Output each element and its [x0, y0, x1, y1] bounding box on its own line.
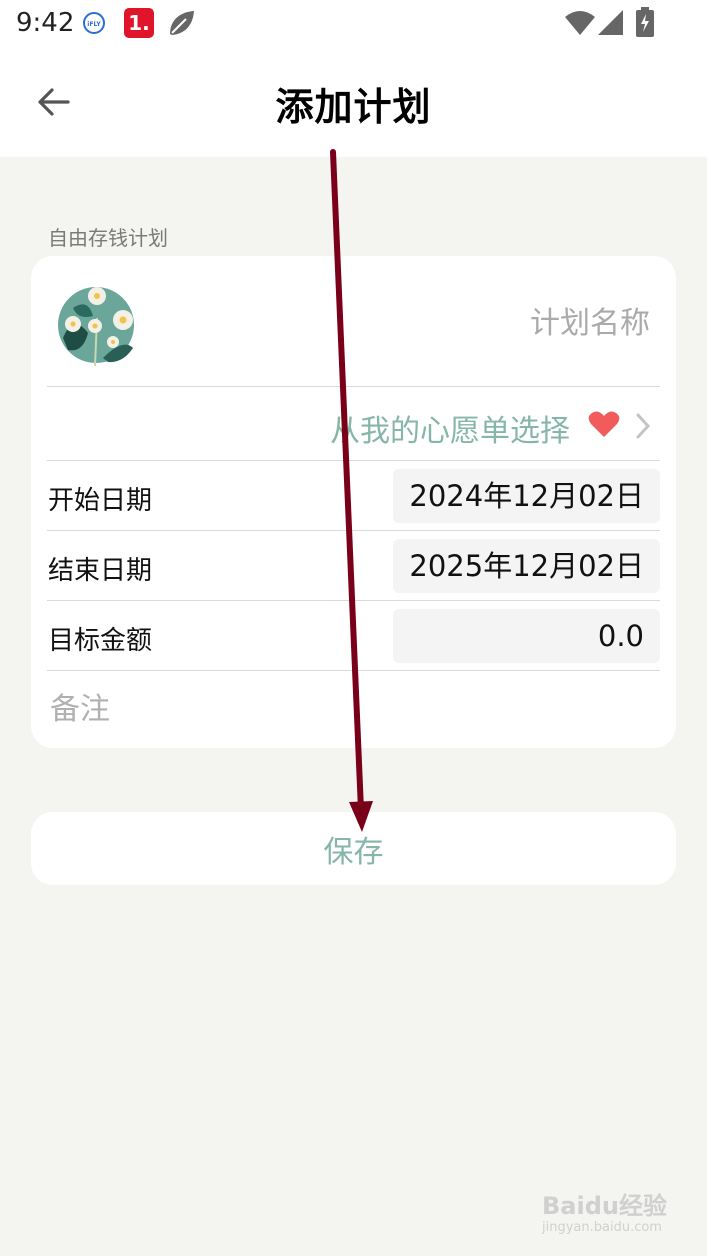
chevron-right-icon [636, 413, 651, 439]
save-button[interactable]: 保存 [31, 812, 676, 885]
signal-icon [598, 10, 623, 35]
watermark-logo: Baidu经验 jingyan.baidu.com [542, 1178, 672, 1248]
watermark-brand: Baidu经验 [542, 1192, 667, 1220]
plan-name-input[interactable] [300, 300, 652, 346]
end-date-field[interactable]: 2025年12月02日 [393, 539, 660, 593]
wishlist-select-label: 从我的心愿单选择 [330, 414, 570, 449]
status-time: 9:42 [16, 8, 75, 38]
target-amount-input[interactable]: 0.0 [393, 609, 660, 663]
divider [47, 530, 660, 531]
battery-charging-icon [636, 7, 654, 37]
end-date-label: 结束日期 [48, 556, 153, 586]
target-amount-label: 目标金额 [48, 626, 153, 656]
wishlist-select-row[interactable]: 从我的心愿单选择 [47, 388, 660, 460]
heart-icon [588, 411, 620, 437]
divider [47, 386, 660, 387]
divider [47, 460, 660, 461]
leaf-icon [170, 11, 194, 35]
plan-avatar-image[interactable] [53, 278, 143, 368]
remark-input[interactable] [48, 684, 652, 734]
section-label: 自由存钱计划 [48, 226, 168, 250]
notification-badge-icon: 1. [124, 8, 154, 38]
divider [47, 600, 660, 601]
page-title: 添加计划 [275, 85, 432, 129]
ifly-app-icon: iFLY [83, 12, 105, 34]
wifi-icon [565, 11, 595, 35]
start-date-field[interactable]: 2024年12月02日 [393, 469, 660, 523]
watermark-url: jingyan.baidu.com [542, 1220, 662, 1235]
divider [47, 670, 660, 671]
start-date-label: 开始日期 [48, 486, 153, 516]
